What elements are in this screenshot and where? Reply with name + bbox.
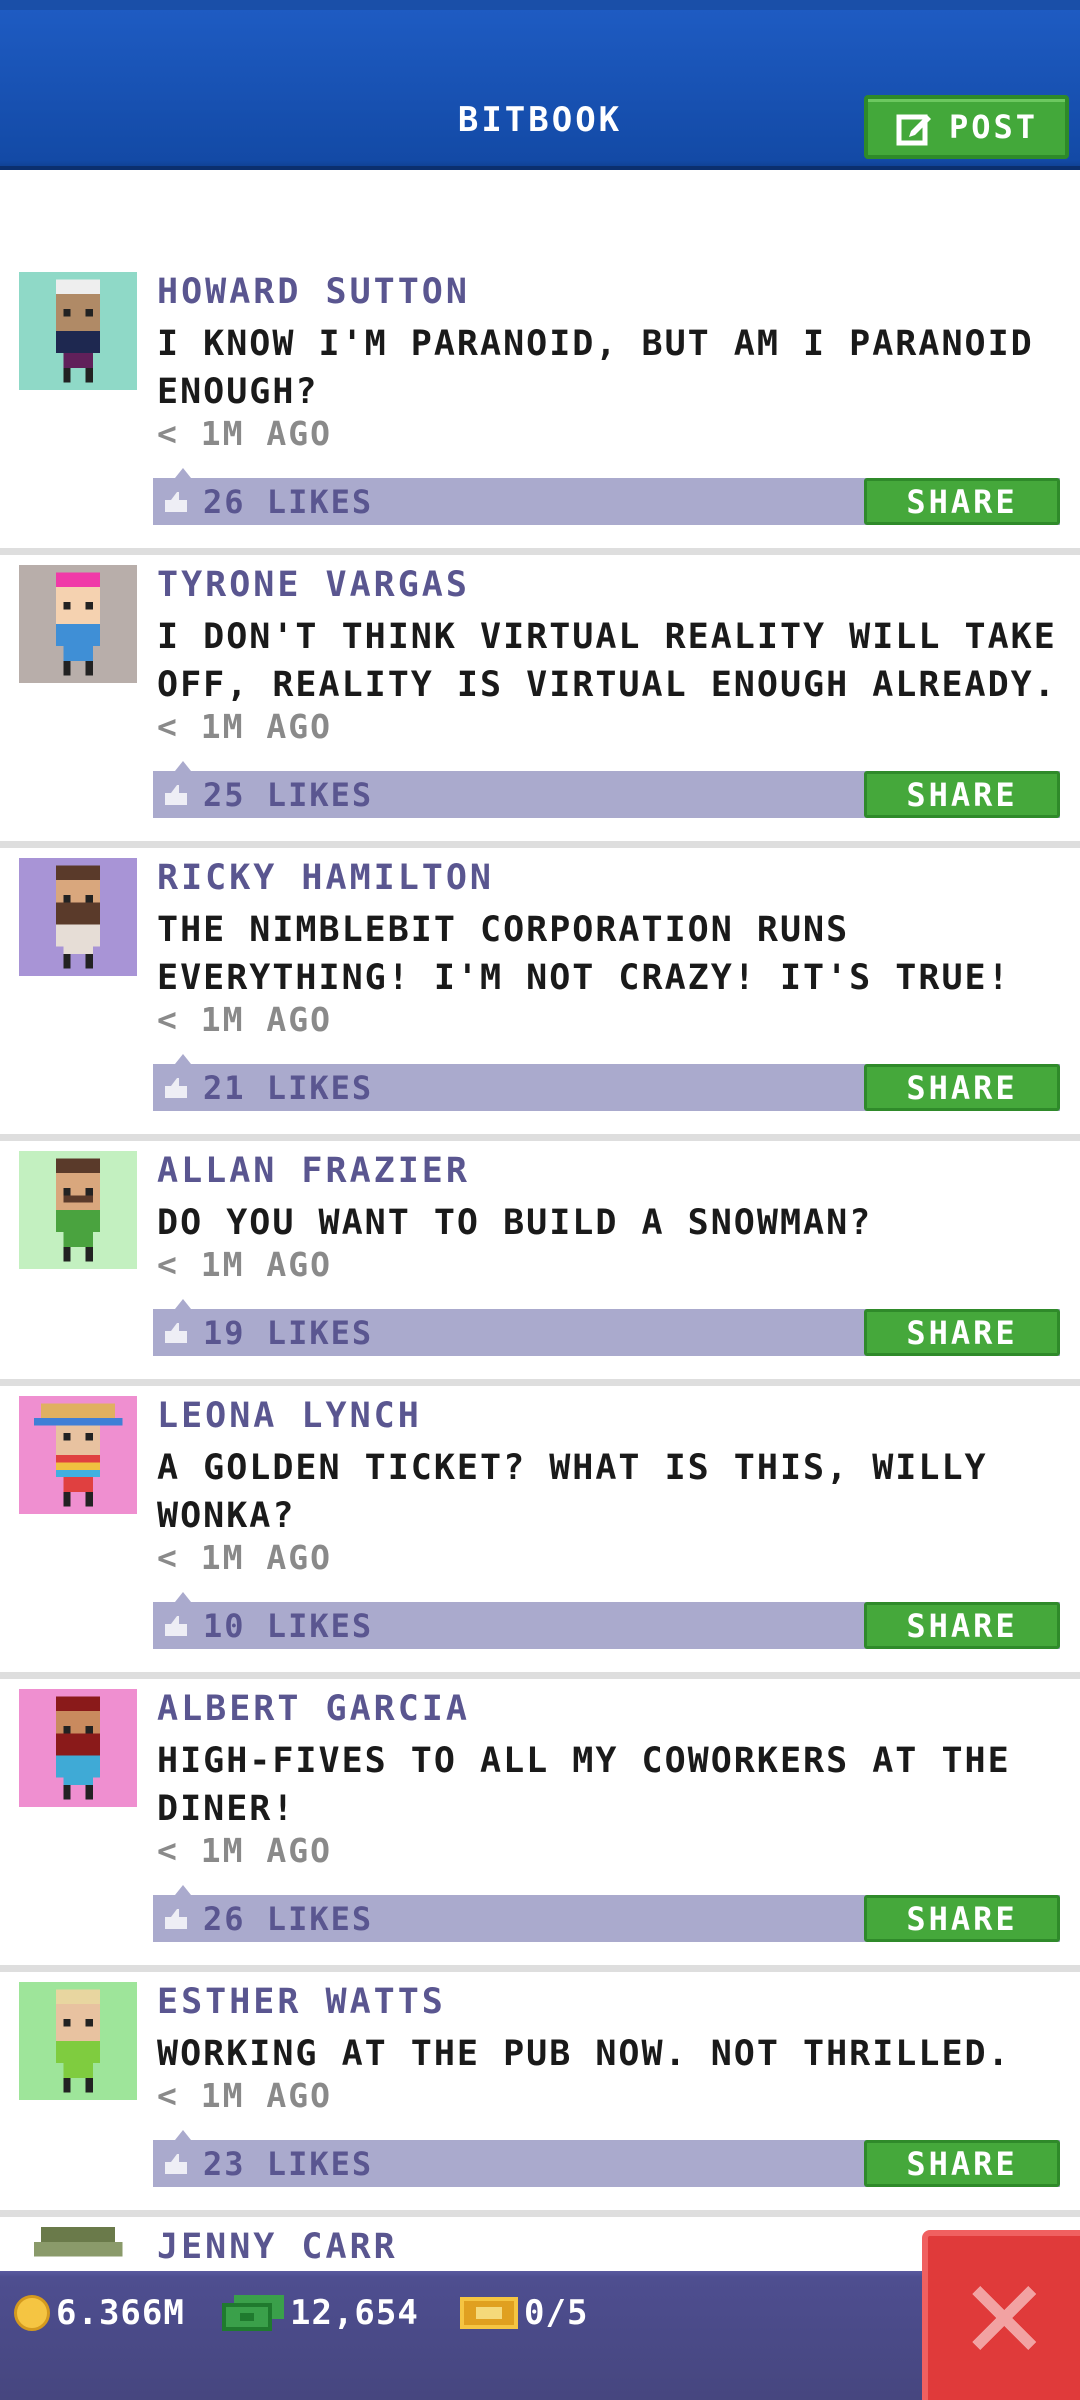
thumbs-up-icon (165, 1323, 187, 1343)
likes-count[interactable]: 21 LIKES (203, 1069, 373, 1107)
author-name: HOWARD SUTTON (157, 272, 470, 312)
likes-count[interactable]: 26 LIKES (203, 1900, 373, 1938)
likes-bar: 21 LIKES SHARE (153, 1054, 1060, 1111)
close-icon (972, 2286, 1036, 2350)
likes-bar: 26 LIKES SHARE (153, 468, 1060, 525)
bitbook-screen: BITBOOK POST HOWARD SUTTON I KNOW I'M PA… (0, 0, 1080, 2400)
avatar (19, 858, 137, 976)
list-item: JENNY CARR (0, 2227, 1080, 2274)
share-button[interactable]: SHARE (864, 1895, 1060, 1942)
list-item: ALLAN FRAZIER DO YOU WANT TO BUILD A SNO… (0, 1151, 1080, 1386)
bux-icon (222, 2295, 284, 2331)
avatar (19, 1151, 137, 1269)
likes-count[interactable]: 23 LIKES (203, 2145, 373, 2183)
thumbs-up-icon (165, 785, 187, 805)
share-button[interactable]: SHARE (864, 1309, 1060, 1356)
post-button-label: POST (948, 108, 1039, 146)
avatar (19, 1982, 137, 2100)
share-button[interactable]: SHARE (864, 1602, 1060, 1649)
share-button[interactable]: SHARE (864, 1064, 1060, 1111)
post-message: I DON'T THINK VIRTUAL REALITY WILL TAKE … (157, 617, 1057, 705)
thumbs-up-icon (165, 1909, 187, 1929)
likes-count[interactable]: 10 LIKES (203, 1607, 373, 1645)
likes-bar: 19 LIKES SHARE (153, 1299, 1060, 1356)
author-name: TYRONE VARGAS (157, 565, 470, 605)
likes-count[interactable]: 25 LIKES (203, 776, 373, 814)
share-button[interactable]: SHARE (864, 2140, 1060, 2187)
post-message: A GOLDEN TICKET? WHAT IS THIS, WILLY WON… (157, 1448, 988, 1536)
golden-ticket-icon (460, 2297, 518, 2329)
coin-icon (14, 2295, 50, 2331)
likes-bar: 25 LIKES SHARE (153, 761, 1060, 818)
bux-value: 12,654 (290, 2293, 419, 2333)
close-button[interactable] (922, 2230, 1080, 2400)
list-item: ESTHER WATTS WORKING AT THE PUB NOW. NOT… (0, 1982, 1080, 2217)
post-time: < 1M AGO (157, 2076, 332, 2115)
author-name: JENNY CARR (157, 2227, 398, 2267)
avatar (19, 272, 137, 390)
thumbs-up-icon (165, 492, 187, 512)
thumbs-up-icon (165, 1078, 187, 1098)
list-item: RICKY HAMILTON THE NIMBLEBIT CORPORATION… (0, 858, 1080, 1141)
post-button[interactable]: POST (864, 95, 1069, 159)
header-bar: BITBOOK POST (0, 0, 1080, 170)
likes-bar: 10 LIKES SHARE (153, 1592, 1060, 1649)
post-time: < 1M AGO (157, 1831, 332, 1870)
coins-stat: 6.366M (14, 2293, 185, 2333)
likes-bar: 23 LIKES SHARE (153, 2130, 1060, 2187)
likes-count[interactable]: 26 LIKES (203, 483, 373, 521)
status-bar: 6.366M 12,654 0/5 (0, 2271, 1080, 2400)
list-item: TYRONE VARGAS I DON'T THINK VIRTUAL REAL… (0, 565, 1080, 848)
tickets-stat: 0/5 (460, 2293, 588, 2333)
post-time: < 1M AGO (157, 1538, 332, 1577)
post-time: < 1M AGO (157, 1245, 332, 1284)
author-name: ALLAN FRAZIER (157, 1151, 470, 1191)
thumbs-up-icon (165, 2154, 187, 2174)
avatar (19, 1689, 137, 1807)
likes-count[interactable]: 19 LIKES (203, 1314, 373, 1352)
post-message: HIGH-FIVES TO ALL MY COWORKERS AT THE DI… (157, 1741, 1011, 1829)
author-name: ALBERT GARCIA (157, 1689, 470, 1729)
share-button[interactable]: SHARE (864, 478, 1060, 525)
avatar (19, 565, 137, 683)
avatar (19, 1396, 137, 1514)
post-time: < 1M AGO (157, 1000, 332, 1039)
tickets-value: 0/5 (524, 2293, 589, 2333)
post-time: < 1M AGO (157, 707, 332, 746)
post-message: I KNOW I'M PARANOID, BUT AM I PARANOID E… (157, 324, 1034, 412)
post-time: < 1M AGO (157, 414, 332, 453)
thumbs-up-icon (165, 1616, 187, 1636)
feed-list[interactable]: HOWARD SUTTON I KNOW I'M PARANOID, BUT A… (0, 174, 1080, 2274)
author-name: RICKY HAMILTON (157, 858, 495, 898)
coins-value: 6.366M (56, 2293, 185, 2333)
list-item: ALBERT GARCIA HIGH-FIVES TO ALL MY COWOR… (0, 1689, 1080, 1972)
post-message: DO YOU WANT TO BUILD A SNOWMAN? (157, 1203, 873, 1243)
list-item: LEONA LYNCH A GOLDEN TICKET? WHAT IS THI… (0, 1396, 1080, 1679)
author-name: ESTHER WATTS (157, 1982, 446, 2022)
likes-bar: 26 LIKES SHARE (153, 1885, 1060, 1942)
bux-stat: 12,654 (222, 2293, 419, 2333)
share-button[interactable]: SHARE (864, 771, 1060, 818)
compose-icon (896, 114, 931, 146)
avatar (19, 2227, 137, 2274)
list-item: HOWARD SUTTON I KNOW I'M PARANOID, BUT A… (0, 272, 1080, 555)
post-message: THE NIMBLEBIT CORPORATION RUNS EVERYTHIN… (157, 910, 1011, 998)
post-message: WORKING AT THE PUB NOW. NOT THRILLED. (157, 2034, 1011, 2074)
author-name: LEONA LYNCH (157, 1396, 422, 1436)
